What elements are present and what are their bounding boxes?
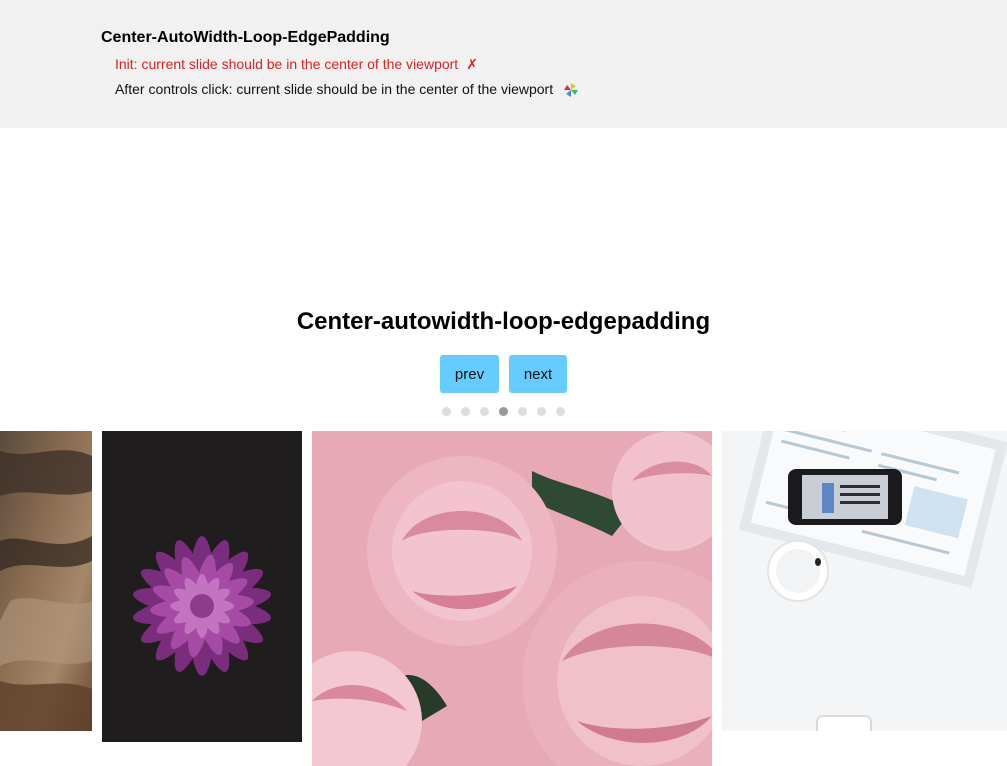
nav-dot[interactable] — [442, 407, 451, 416]
nav-dot[interactable] — [537, 407, 546, 416]
nav-dot[interactable] — [556, 407, 565, 416]
test-result-init-text: Init: current slide should be in the cen… — [115, 56, 459, 72]
slide-bark-image[interactable] — [0, 431, 92, 731]
carousel-nav-dots — [0, 407, 1007, 416]
next-button[interactable]: next — [509, 355, 567, 393]
test-result-controls-text: After controls click: current slide shou… — [115, 81, 554, 97]
nav-dot[interactable] — [480, 407, 489, 416]
nav-dot-active[interactable] — [499, 407, 508, 416]
carousel-title: Center-autowidth-loop-edgepadding — [296, 308, 711, 335]
test-result-controls: After controls click: current slide shou… — [115, 81, 579, 101]
slide-peonies-image[interactable] — [312, 431, 712, 766]
test-panel: Center-AutoWidth-Loop-EdgePadding Init: … — [0, 0, 1007, 128]
carousel-controls: prev next — [0, 355, 1007, 393]
prev-button[interactable]: prev — [440, 355, 499, 393]
slide-chrysanthemum-image[interactable] — [102, 431, 302, 742]
test-result-init: Init: current slide should be in the cen… — [115, 56, 478, 73]
pinwheel-icon — [563, 82, 579, 101]
nav-dot[interactable] — [461, 407, 470, 416]
fail-mark-icon: ✗ — [466, 56, 478, 72]
nav-dot[interactable] — [518, 407, 527, 416]
test-title: Center-AutoWidth-Loop-EdgePadding — [101, 29, 390, 46]
slide-desk-image[interactable] — [722, 431, 1007, 731]
